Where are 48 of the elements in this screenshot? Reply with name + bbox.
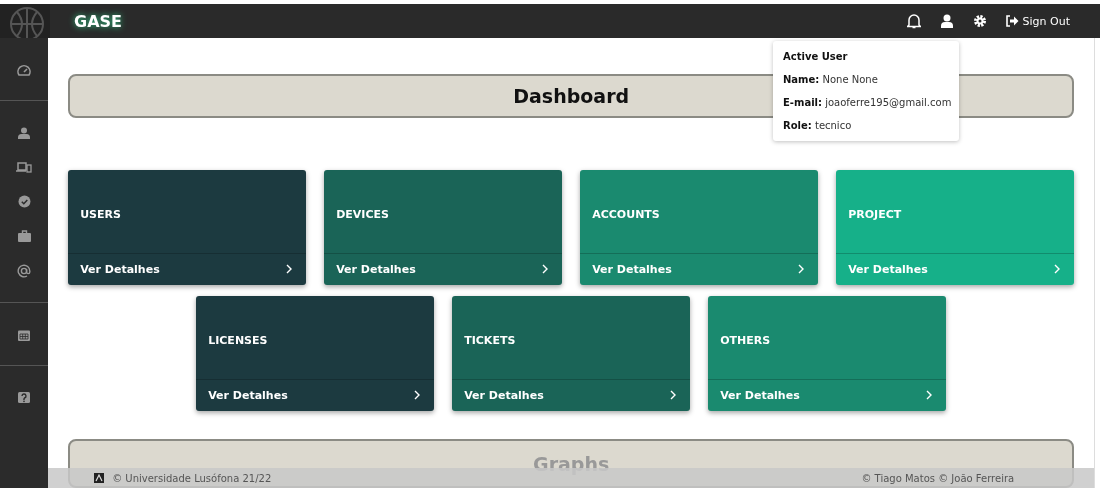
chevron-icon bbox=[286, 264, 293, 275]
sign-out-icon bbox=[1004, 15, 1019, 27]
chevron-icon bbox=[414, 390, 421, 401]
graphs-title: Graphs bbox=[533, 452, 610, 477]
gauge-icon[interactable] bbox=[17, 64, 32, 76]
user-detail: Name: None None bbox=[783, 74, 879, 85]
chevron-icon bbox=[926, 390, 933, 401]
details-link[interactable]: Ver Detalhes bbox=[80, 262, 160, 276]
user-icon[interactable] bbox=[940, 14, 953, 28]
card-title: OTHERS bbox=[719, 332, 772, 347]
settings-icon[interactable] bbox=[972, 14, 987, 28]
briefcase-icon[interactable] bbox=[17, 230, 31, 242]
user-detail: E-mail: joaoferre195@gmail.com bbox=[783, 97, 949, 108]
details-link[interactable]: Ver Detalhes bbox=[336, 262, 416, 276]
user-detail: Role: tecnico bbox=[783, 120, 853, 131]
details-link[interactable]: Ver Detalhes bbox=[208, 388, 288, 402]
card-title: DEVICES bbox=[335, 206, 390, 221]
footer-authors: © Tiago Matos © João Ferreira bbox=[861, 472, 1015, 484]
bell-icon[interactable] bbox=[906, 13, 921, 29]
card-title: LICENSES bbox=[207, 332, 269, 347]
sign-out-button[interactable]: Sign Out bbox=[1004, 14, 1070, 28]
details-link[interactable]: Ver Detalhes bbox=[592, 262, 672, 276]
help-icon[interactable] bbox=[18, 392, 31, 405]
chevron-icon bbox=[798, 264, 805, 275]
chevron-icon bbox=[670, 390, 677, 401]
popup-title: Active User bbox=[783, 51, 849, 62]
at-sign-icon[interactable] bbox=[17, 264, 32, 278]
chevron-icon bbox=[542, 264, 549, 275]
stat-card[interactable]: DEVICES Ver Detalhes bbox=[324, 169, 563, 285]
chevron-icon bbox=[1054, 264, 1061, 275]
details-link[interactable]: Ver Detalhes bbox=[464, 388, 544, 402]
card-title: PROJECT bbox=[847, 206, 903, 221]
card-title: ACCOUNTS bbox=[591, 206, 661, 221]
brand-title[interactable]: GASE bbox=[74, 11, 122, 31]
stat-card[interactable]: TICKETS Ver Detalhes bbox=[452, 295, 691, 411]
footer-copyright: © Universidade Lusófona 21/22 bbox=[112, 472, 272, 484]
page-title: Dashboard bbox=[513, 84, 630, 107]
logo-icon bbox=[94, 473, 105, 483]
stat-card[interactable]: OTHERS Ver Detalhes bbox=[708, 295, 947, 411]
card-title: USERS bbox=[79, 206, 122, 221]
details-link[interactable]: Ver Detalhes bbox=[720, 388, 800, 402]
stat-card[interactable]: ACCOUNTS Ver Detalhes bbox=[580, 169, 819, 285]
card-title: TICKETS bbox=[463, 332, 517, 347]
stat-card[interactable]: USERS Ver Detalhes bbox=[68, 169, 307, 285]
laptop-phone-icon[interactable] bbox=[16, 161, 33, 173]
stat-card[interactable]: LICENSES Ver Detalhes bbox=[196, 295, 435, 411]
calendar-icon[interactable] bbox=[18, 329, 31, 341]
check-badge-icon[interactable] bbox=[17, 195, 31, 208]
